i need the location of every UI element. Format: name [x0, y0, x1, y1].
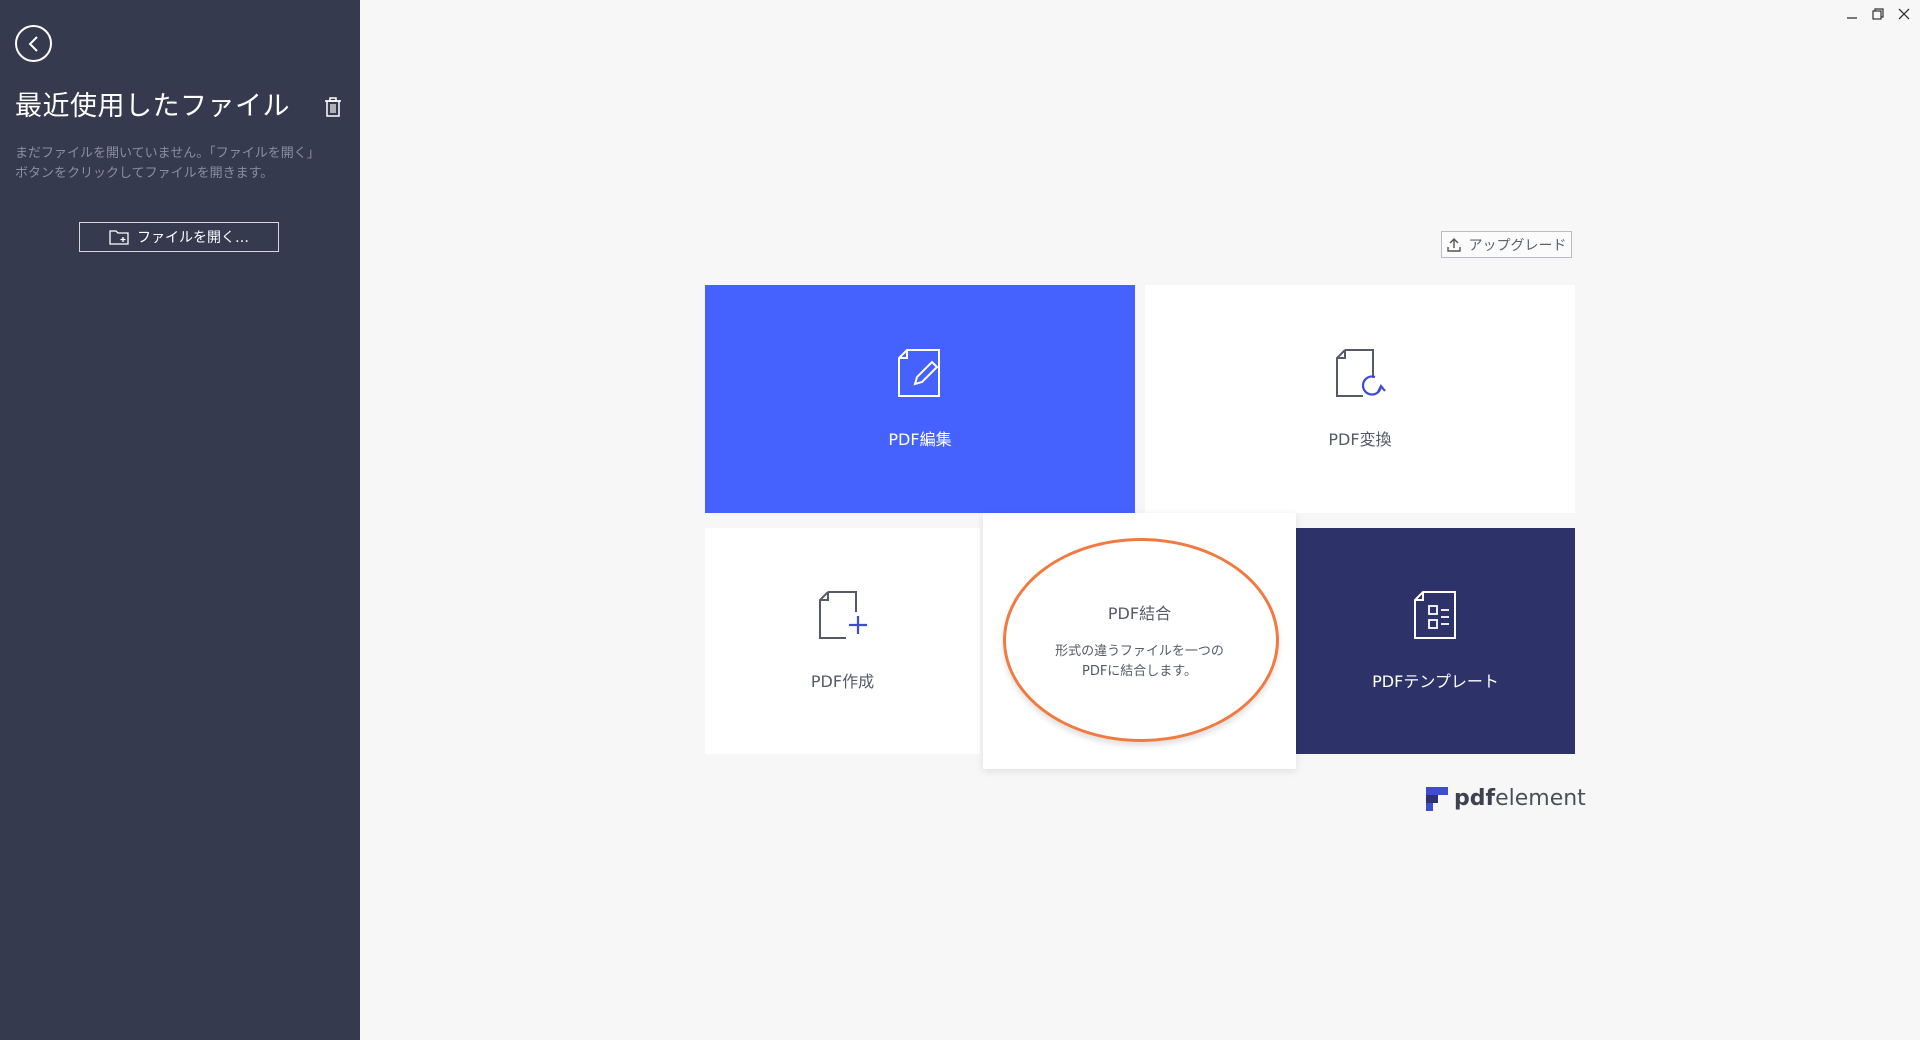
tile-pdf-create-label: PDF作成 [810, 672, 875, 691]
restore-icon[interactable] [1870, 6, 1886, 22]
open-file-button[interactable]: ファイルを開く… [79, 222, 279, 252]
close-icon[interactable] [1896, 6, 1912, 22]
upload-icon [1446, 237, 1461, 252]
minimize-icon[interactable] [1844, 6, 1860, 22]
brand-bold: pdf [1454, 786, 1496, 811]
tile-pdf-combine-label: PDF結合 [1107, 604, 1172, 623]
tile-pdf-template-label: PDFテンプレート [1372, 672, 1499, 691]
combine-desc-line2: PDFに結合します。 [1081, 664, 1198, 679]
pdfelement-wordmark: pdfelement [1454, 786, 1586, 811]
brand-regular: element [1495, 786, 1586, 811]
recent-files-title: 最近使用したファイル [15, 91, 290, 122]
trash-icon[interactable] [323, 96, 343, 118]
tile-pdf-edit-label: PDF編集 [888, 430, 952, 449]
combine-desc-line1: 形式の違うファイルを一つの [1055, 644, 1224, 659]
pdfelement-logo-icon [1426, 786, 1448, 811]
create-document-icon [818, 591, 867, 639]
edit-document-icon [898, 349, 940, 397]
convert-document-icon [1336, 349, 1386, 397]
chevron-left-icon [28, 35, 38, 52]
tile-pdf-create[interactable]: PDF作成 [705, 528, 980, 754]
no-files-hint: まだファイルを開いていません。「ファイルを開く」ボタンをクリックしてファイルを開… [15, 146, 314, 181]
back-button[interactable] [15, 25, 52, 62]
template-document-icon [1413, 591, 1456, 639]
tile-pdf-convert-label: PDF変換 [1328, 430, 1392, 449]
window-controls [1844, 6, 1912, 22]
folder-open-icon [109, 230, 129, 245]
tile-pdf-template[interactable]: PDFテンプレート [1296, 528, 1575, 754]
open-file-label: ファイルを開く… [137, 230, 249, 246]
upgrade-button[interactable]: アップグレード [1441, 231, 1572, 258]
tile-pdf-edit[interactable]: PDF編集 [705, 285, 1135, 513]
recent-files-sidebar: 最近使用したファイル まだファイルを開いていません。「ファイルを開く」ボタンをク… [0, 0, 360, 1040]
tile-pdf-combine-description: 形式の違うファイルを一つの PDFに結合します。 [1055, 642, 1224, 682]
upgrade-label: アップグレード [1468, 237, 1567, 254]
pdfelement-logo: pdfelement [1426, 786, 1586, 811]
tile-pdf-combine[interactable]: PDF結合 形式の違うファイルを一つの PDFに結合します。 [983, 513, 1296, 769]
tile-pdf-convert[interactable]: PDF変換 [1145, 285, 1575, 513]
